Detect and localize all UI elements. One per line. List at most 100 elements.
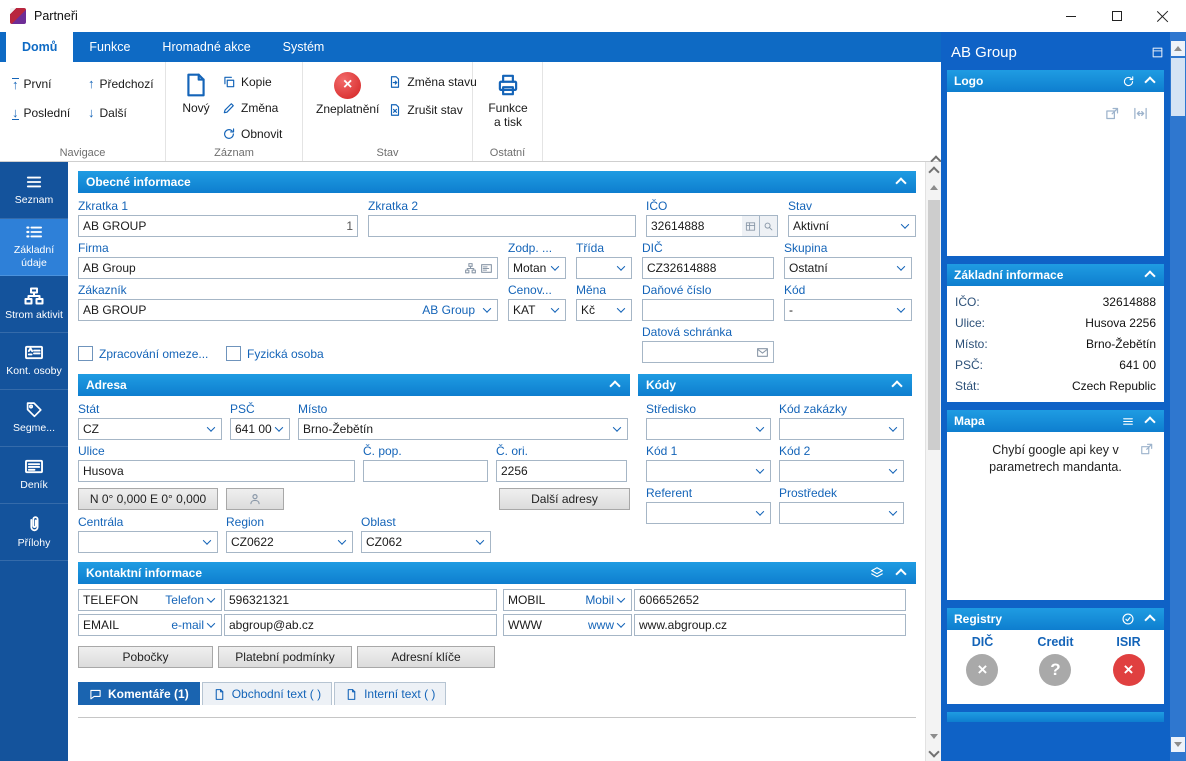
hierarchy-icon[interactable] <box>464 262 477 275</box>
panel-options-icon[interactable] <box>1151 46 1164 59</box>
menu-icon[interactable] <box>1121 415 1135 428</box>
trida-combo[interactable] <box>576 257 632 279</box>
contact-type-combo[interactable]: WWW www <box>503 614 632 636</box>
tab-funkce[interactable]: Funkce <box>73 32 146 62</box>
dropdown-arrow-icon[interactable] <box>753 503 766 523</box>
collapse-chevron-icon[interactable] <box>894 175 908 189</box>
zodpovedna-osoba-combo[interactable]: Motan <box>508 257 566 279</box>
oblast-combo[interactable]: CZ062 <box>361 531 491 553</box>
prostredek-combo[interactable] <box>779 502 904 524</box>
dropdown-arrow-icon[interactable] <box>753 419 766 439</box>
registry-item-credit[interactable]: Credit ? <box>1037 635 1074 686</box>
dropdown-arrow-icon[interactable] <box>335 532 348 552</box>
psc-combo[interactable]: 641 00 <box>230 418 290 440</box>
ico-search-button[interactable] <box>760 215 778 237</box>
mena-combo[interactable]: Kč <box>576 299 632 321</box>
stav-combo[interactable]: Aktivní <box>788 215 916 237</box>
contact-value-input[interactable]: 596321321 <box>224 589 497 611</box>
maximize-button[interactable] <box>1094 0 1140 32</box>
kod-zakazky-combo[interactable] <box>779 418 904 440</box>
person-lookup-button[interactable] <box>226 488 284 510</box>
sidebar-item-segmentace[interactable]: Segme... <box>0 390 68 447</box>
skupina-combo[interactable]: Ostatní <box>784 257 912 279</box>
dropdown-arrow-icon[interactable] <box>894 258 907 278</box>
invalidate-button[interactable]: × Zneplatnění <box>311 66 384 145</box>
dropdown-arrow-icon[interactable] <box>473 532 486 552</box>
zpracovani-omezeno-checkbox[interactable]: Zpracování omeze... <box>78 346 208 361</box>
dropdown-arrow-icon[interactable] <box>886 461 899 481</box>
dic-input[interactable]: CZ32614888 <box>642 257 774 279</box>
fyzicka-osoba-checkbox[interactable]: Fyzická osoba <box>226 346 324 361</box>
dropdown-arrow-icon[interactable] <box>894 300 907 320</box>
external-link-icon[interactable] <box>1105 106 1120 121</box>
databox-icon[interactable] <box>756 346 769 359</box>
close-button[interactable] <box>1140 0 1186 32</box>
dalsi-adresy-button[interactable]: Další adresy <box>499 488 630 510</box>
zkratka1-input[interactable]: AB GROUP 1 <box>78 215 358 237</box>
layers-icon[interactable] <box>870 566 884 580</box>
cislo-popisne-input[interactable] <box>363 460 488 482</box>
registry-item-isir[interactable]: ISIR × <box>1112 635 1145 686</box>
stredisko-combo[interactable] <box>646 418 771 440</box>
sidebar-item-prilohy[interactable]: Přílohy <box>0 504 68 561</box>
zakaznik-link[interactable]: AB Group <box>422 303 475 317</box>
dropdown-arrow-icon[interactable] <box>548 258 561 278</box>
change-state-button[interactable]: Změna stavu <box>384 72 480 92</box>
gps-button[interactable]: N 0° 0,000 E 0° 0,000 <box>78 488 218 510</box>
next-record-button[interactable]: ↓ Další <box>84 103 158 123</box>
sidebar-item-kont-osoby[interactable]: Kont. osoby <box>0 333 68 390</box>
cislo-orientacni-input[interactable]: 2256 <box>496 460 627 482</box>
panel-expand-button[interactable] <box>926 745 942 761</box>
edit-record-button[interactable]: Změna <box>218 98 286 118</box>
dropdown-arrow-icon[interactable] <box>204 590 217 610</box>
external-link-icon[interactable] <box>1140 442 1154 456</box>
dropdown-arrow-icon[interactable] <box>886 419 899 439</box>
ico-input[interactable]: 32614888 <box>646 215 742 237</box>
dropdown-arrow-icon[interactable] <box>753 461 766 481</box>
contact-type-combo[interactable]: TELEFON Telefon <box>78 589 222 611</box>
dropdown-arrow-icon[interactable] <box>480 300 493 320</box>
scrollbar-thumb[interactable] <box>1171 58 1185 116</box>
sidebar-item-seznam[interactable]: Seznam <box>0 162 68 219</box>
tab-domu[interactable]: Domů <box>6 32 74 62</box>
zkratka2-input[interactable] <box>368 215 636 237</box>
ulice-input[interactable]: Husova <box>78 460 355 482</box>
collapse-chevron-icon[interactable] <box>1143 74 1157 88</box>
new-record-button[interactable]: Nový <box>174 66 218 145</box>
stat-combo[interactable]: CZ <box>78 418 222 440</box>
scroll-up-button[interactable] <box>926 179 942 195</box>
panel-collapse-button[interactable] <box>926 162 942 178</box>
zakaznik-combo[interactable]: AB GROUP AB Group <box>78 299 498 321</box>
collapse-chevron-icon[interactable] <box>1143 414 1157 428</box>
fit-width-icon[interactable] <box>1133 106 1148 121</box>
sidebar-item-denik[interactable]: Deník <box>0 447 68 504</box>
copy-record-button[interactable]: Kopie <box>218 72 286 92</box>
collapse-chevron-icon[interactable] <box>894 566 908 580</box>
refresh-record-button[interactable]: Obnovit <box>218 124 286 144</box>
card-icon[interactable] <box>480 262 493 275</box>
dropdown-arrow-icon[interactable] <box>272 419 285 439</box>
collapse-chevron-icon[interactable] <box>890 378 904 392</box>
dropdown-arrow-icon[interactable] <box>610 419 623 439</box>
collapse-chevron-icon[interactable] <box>1143 612 1157 626</box>
dropdown-arrow-icon[interactable] <box>614 590 627 610</box>
dropdown-arrow-icon[interactable] <box>204 419 217 439</box>
last-record-button[interactable]: ↓ Poslední <box>8 103 84 123</box>
dropdown-arrow-icon[interactable] <box>886 503 899 523</box>
kod1-combo[interactable] <box>646 460 771 482</box>
registry-item-dic[interactable]: DIČ × <box>966 635 999 686</box>
dropdown-arrow-icon[interactable] <box>898 216 911 236</box>
check-circle-icon[interactable] <box>1121 612 1135 626</box>
scroll-down-button[interactable] <box>1171 737 1185 752</box>
tab-hromadne-akce[interactable]: Hromadné akce <box>146 32 266 62</box>
platebni-podminky-button[interactable]: Platební podmínky <box>218 646 352 668</box>
collapse-chevron-icon[interactable] <box>1143 268 1157 282</box>
firma-input[interactable]: AB Group <box>78 257 498 279</box>
sidebar-item-zakladni-udaje[interactable]: Základní údaje <box>0 219 68 276</box>
contact-type-combo[interactable]: MOBIL Mobil <box>503 589 632 611</box>
sidebar-item-strom-aktivit[interactable]: Strom aktivit <box>0 276 68 333</box>
dropdown-arrow-icon[interactable] <box>548 300 561 320</box>
functions-print-button[interactable]: Funkce a tisk <box>481 66 535 145</box>
minimize-button[interactable] <box>1048 0 1094 32</box>
cenova-skupina-combo[interactable]: KAT <box>508 299 566 321</box>
